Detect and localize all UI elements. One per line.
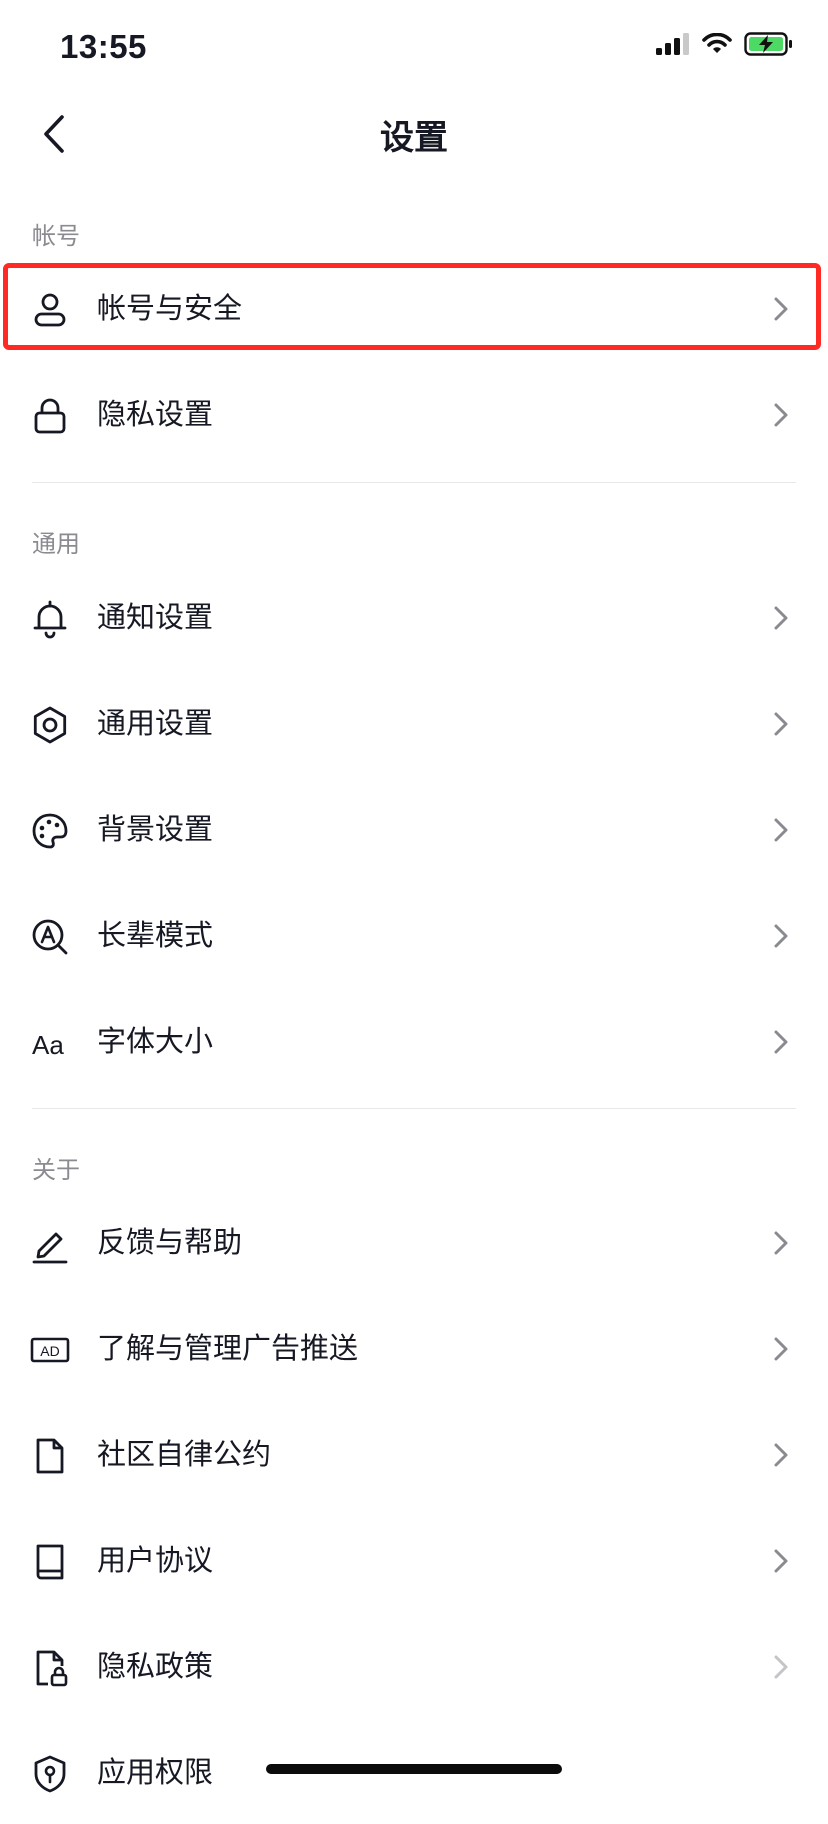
- pencil-icon: [32, 1232, 68, 1264]
- shield-icon: [34, 1755, 66, 1793]
- settings-item-label: 隐私设置: [97, 397, 214, 431]
- svg-text:AD: AD: [40, 1343, 59, 1359]
- palette-icon: [32, 813, 68, 849]
- divider: [32, 1108, 796, 1109]
- settings-item-label: 通知设置: [97, 600, 214, 634]
- divider: [32, 482, 796, 483]
- settings-item-label: 帐号与安全: [97, 291, 243, 325]
- status-icons: [656, 32, 794, 56]
- chevron-right-icon: [774, 1443, 788, 1467]
- chevron-right-icon: [774, 712, 788, 736]
- settings-item-background[interactable]: 背景设置: [0, 777, 828, 881]
- wifi-icon: [702, 33, 732, 53]
- lock-icon: [34, 398, 66, 434]
- settings-item-font-size[interactable]: Aa 字体大小: [0, 989, 828, 1093]
- chevron-right-icon: [774, 1655, 788, 1679]
- settings-item-label: 字体大小: [97, 1024, 214, 1058]
- chevron-right-icon: [774, 403, 788, 427]
- chevron-right-icon: [774, 1030, 788, 1054]
- settings-item-label: 长辈模式: [97, 918, 214, 952]
- status-time: 13:55: [60, 28, 147, 65]
- section-label-about: 关于: [32, 1156, 80, 1184]
- section-label-account: 帐号: [32, 222, 80, 250]
- bell-icon: [33, 600, 67, 639]
- gear-icon: [33, 706, 67, 744]
- settings-item-privacy-policy[interactable]: 隐私政策: [0, 1614, 828, 1718]
- nav-bar: 设置: [0, 96, 828, 168]
- chevron-right-icon: [774, 1337, 788, 1361]
- elder-mode-icon: [32, 919, 68, 955]
- chevron-right-icon: [774, 1231, 788, 1255]
- section-label-general: 通用: [32, 530, 80, 558]
- settings-item-label: 了解与管理广告推送: [97, 1331, 359, 1365]
- settings-item-privacy-settings[interactable]: 隐私设置: [0, 362, 828, 466]
- chevron-right-icon: [774, 818, 788, 842]
- chevron-right-icon: [774, 924, 788, 948]
- settings-item-account-security[interactable]: 帐号与安全: [0, 256, 828, 360]
- settings-item-feedback-help[interactable]: 反馈与帮助: [0, 1190, 828, 1294]
- font-size-icon: Aa: [32, 1030, 64, 1060]
- settings-item-label: 隐私政策: [97, 1649, 214, 1683]
- settings-item-label: 背景设置: [97, 812, 214, 846]
- battery-charging-icon: [744, 32, 792, 56]
- signal-icon: [656, 33, 689, 55]
- ad-icon: AD: [30, 1337, 70, 1363]
- book-icon: [36, 1544, 64, 1580]
- settings-item-user-agreement[interactable]: 用户协议: [0, 1508, 828, 1612]
- settings-item-label: 反馈与帮助: [97, 1225, 243, 1259]
- page-title: 设置: [380, 118, 448, 158]
- settings-item-notifications[interactable]: 通知设置: [0, 565, 828, 669]
- settings-item-elder-mode[interactable]: 长辈模式: [0, 883, 828, 987]
- settings-item-label: 社区自律公约: [97, 1437, 272, 1471]
- chevron-right-icon: [774, 1549, 788, 1573]
- privacy-policy-icon: [36, 1650, 68, 1687]
- status-bar: 13:55: [0, 0, 828, 96]
- settings-item-community-guidelines[interactable]: 社区自律公约: [0, 1402, 828, 1506]
- settings-item-label: 用户协议: [97, 1543, 214, 1577]
- settings-item-general[interactable]: 通用设置: [0, 671, 828, 775]
- settings-item-label: 应用权限: [97, 1755, 214, 1789]
- settings-item-label: 通用设置: [97, 706, 214, 740]
- svg-text:Aa: Aa: [32, 1030, 64, 1060]
- chevron-right-icon: [774, 606, 788, 630]
- document-icon: [36, 1438, 64, 1474]
- home-indicator[interactable]: [266, 1764, 562, 1774]
- settings-item-ad-management[interactable]: AD 了解与管理广告推送: [0, 1296, 828, 1400]
- chevron-right-icon: [774, 297, 788, 321]
- person-icon: [34, 293, 66, 327]
